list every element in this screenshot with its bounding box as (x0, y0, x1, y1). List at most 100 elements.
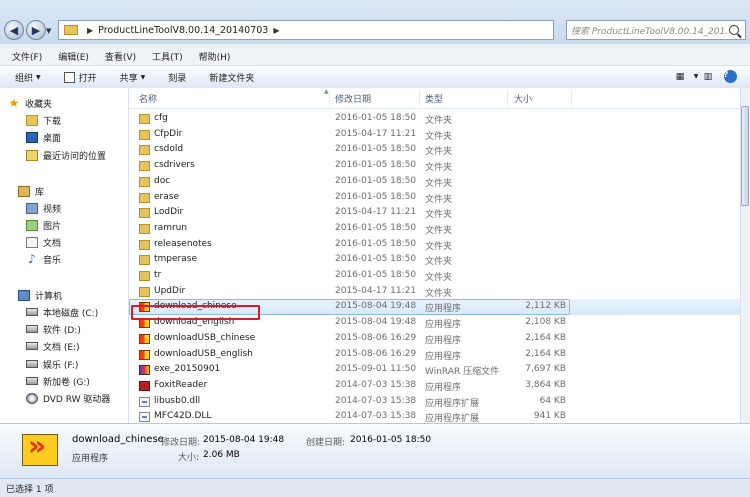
file-row[interactable]: releasenotes 2016-01-05 18:50 文件夹 (129, 237, 740, 253)
new-folder-button[interactable]: 新建文件夹 (209, 71, 254, 84)
chevron-down-icon: ▼ (36, 73, 41, 81)
menu-item[interactable]: 文件(F) (12, 50, 42, 63)
file-row[interactable]: FoxitReader 2014-07-03 15:38 应用程序 3,864 KB (129, 378, 740, 394)
file-type: 文件夹 (425, 241, 453, 252)
nav-recent[interactable]: 最近访问的位置 (26, 147, 106, 163)
view-options-icon[interactable]: ▦ (672, 69, 688, 84)
file-row[interactable]: libusb0.dll 2014-07-03 15:38 应用程序扩展 64 KB (129, 394, 740, 410)
file-row[interactable]: LodDir 2015-04-17 11:21 文件夹 (129, 205, 740, 221)
application-icon (139, 333, 150, 344)
highlight-annotation (131, 305, 260, 320)
details-created-value: 2016-01-05 18:50 (350, 435, 432, 445)
file-date: 2015-04-17 11:21 (335, 207, 417, 218)
file-name: downloadUSB_chinese (154, 332, 256, 343)
column-name[interactable]: 名称 (139, 92, 157, 105)
arrow-left-icon: ◀ (9, 23, 19, 37)
nav-drive-c[interactable]: 本地磁盘 (C:) (26, 304, 98, 320)
details-file-type: 应用程序 (72, 454, 109, 464)
file-type: 文件夹 (425, 288, 453, 299)
file-row[interactable]: tr 2016-01-05 18:50 文件夹 (129, 268, 740, 284)
file-row[interactable]: doc 2016-01-05 18:50 文件夹 (129, 174, 740, 190)
file-date: 2016-01-05 18:50 (335, 222, 417, 233)
file-row[interactable]: exe_20150901 2015-09-01 11:50 WinRAR 压缩文件 7… (129, 362, 740, 378)
column-date[interactable]: 修改日期 (335, 92, 371, 105)
file-name: FoxitReader (154, 379, 208, 390)
file-type: 应用程序扩展 (425, 414, 480, 423)
address-bar[interactable]: ▶ ProductLineToolV8.00.14_20140703 ▶ (58, 20, 554, 40)
organize-button[interactable]: 组织 ▼ (15, 71, 41, 84)
details-file-name: download_chinese (72, 434, 164, 445)
details-created-label: 创建日期: (306, 438, 346, 448)
nav-music[interactable]: ♪ 音乐 (26, 251, 61, 267)
forward-button[interactable]: ▶ (26, 20, 46, 40)
file-date: 2014-07-03 15:38 (335, 395, 417, 406)
folder-icon (139, 223, 150, 234)
file-name: erase (154, 191, 179, 202)
nav-drive-f[interactable]: 娱乐 (F:) (26, 356, 78, 372)
folder-icon (64, 25, 78, 35)
nav-drive-d[interactable]: 软件 (D:) (26, 321, 81, 337)
file-name: cfg (154, 113, 168, 123)
chevron-right-icon[interactable]: ▶ (273, 26, 279, 35)
dvd-icon (26, 392, 38, 404)
app-icon (22, 429, 58, 466)
nav-libraries[interactable]: 库 (18, 183, 44, 199)
file-row[interactable]: CfpDir 2015-04-17 11:21 文件夹 (129, 127, 740, 143)
file-row[interactable]: MFC42D.DLL 2014-07-03 15:38 应用程序扩展 941 KB (129, 409, 740, 423)
search-box[interactable]: 搜索 ProductLineToolV8.00.14_201... (566, 20, 746, 40)
column-divider[interactable] (419, 90, 420, 106)
column-size[interactable]: 大小 (514, 92, 532, 105)
history-dropdown-icon[interactable]: ▼ (46, 27, 54, 35)
file-row[interactable]: erase 2016-01-05 18:50 文件夹 (129, 190, 740, 206)
downloads-folder-icon (26, 114, 38, 126)
file-row[interactable]: downloadUSB_chinese 2015-08-06 16:29 应用程序 2… (129, 331, 740, 347)
file-row[interactable]: tmperase 2016-01-05 18:50 文件夹 (129, 252, 740, 268)
nav-videos[interactable]: 视频 (26, 200, 61, 216)
file-row[interactable]: cfg 2016-01-05 18:50 文件夹 (129, 111, 740, 127)
preview-pane-icon[interactable]: ▥ (700, 69, 716, 84)
nav-downloads[interactable]: 下载 (26, 112, 61, 128)
nav-favorites[interactable]: ★ 收藏夹 (8, 95, 52, 111)
open-button[interactable]: 打开 (63, 71, 97, 84)
column-divider[interactable] (571, 90, 572, 106)
burn-button[interactable]: 刻录 (168, 71, 186, 84)
file-date: 2015-08-06 16:29 (335, 348, 417, 359)
folder-icon (139, 192, 150, 203)
column-divider[interactable] (329, 90, 330, 106)
file-row[interactable]: downloadUSB_english 2015-08-06 16:29 应用程序 2… (129, 347, 740, 363)
menu-item[interactable]: 工具(T) (152, 50, 183, 63)
file-row[interactable]: csdrivers 2016-01-05 18:50 文件夹 (129, 158, 740, 174)
file-name: CfpDir (154, 128, 183, 139)
nav-pictures[interactable]: 图片 (26, 217, 61, 233)
file-date: 2016-01-05 18:50 (335, 175, 417, 186)
file-name: downloadUSB_english (154, 348, 253, 359)
nav-drive-g[interactable]: 新加卷 (G:) (26, 373, 90, 389)
nav-documents[interactable]: 文档 (26, 234, 61, 250)
menu-item[interactable]: 编辑(E) (58, 50, 89, 63)
menu-item[interactable]: 查看(V) (105, 50, 136, 63)
file-row[interactable]: UpdDir 2015-04-17 11:21 文件夹 (129, 284, 740, 300)
search-icon[interactable] (729, 25, 739, 35)
nav-drive-e[interactable]: 文档 (E:) (26, 338, 80, 354)
computer-icon (18, 289, 30, 301)
address-path[interactable]: ProductLineToolV8.00.14_20140703 (98, 25, 268, 36)
nav-computer[interactable]: 计算机 (18, 287, 62, 303)
chevron-right-icon[interactable]: ▶ (87, 26, 93, 35)
column-divider[interactable] (507, 90, 508, 106)
nav-desktop[interactable]: 桌面 (26, 129, 61, 145)
share-button[interactable]: 共享 ▼ (120, 71, 146, 84)
explorer-window: ◀ ▶ ▼ ▶ ProductLineToolV8.00.14_20140703… (0, 0, 750, 497)
file-name: UpdDir (154, 285, 186, 296)
file-row[interactable]: csdold 2016-01-05 18:50 文件夹 (129, 142, 740, 158)
help-button[interactable]: ? (722, 69, 738, 84)
back-button[interactable]: ◀ (4, 20, 24, 40)
search-placeholder[interactable]: 搜索 ProductLineToolV8.00.14_201... (571, 24, 729, 37)
nav-dvd[interactable]: DVD RW 驱动器 (26, 390, 110, 406)
file-name: libusb0.dll (154, 395, 201, 406)
scrollbar-thumb[interactable] (741, 106, 749, 206)
file-row[interactable]: ramrun 2016-01-05 18:50 文件夹 (129, 221, 740, 237)
menu-item[interactable]: 帮助(H) (199, 50, 231, 63)
help-icon: ? (723, 70, 737, 83)
file-date: 2015-08-06 16:29 (335, 332, 417, 343)
column-type[interactable]: 类型 (425, 92, 443, 105)
